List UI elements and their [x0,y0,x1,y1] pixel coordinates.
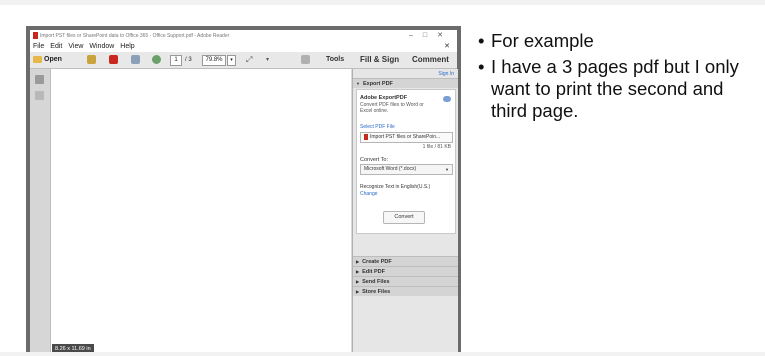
menu-file[interactable]: File [33,42,44,52]
page-total: / 3 [185,57,192,63]
expand-arrow-icon: ▶ [356,289,360,294]
expand-arrow-icon: ▶ [356,269,360,274]
window-controls[interactable]: –□✕ [409,31,453,39]
selected-file[interactable]: Import PST files or SharePoin... [360,132,453,143]
slide-bottom-band [0,352,765,356]
export-pdf-icon[interactable] [109,55,118,64]
document-page[interactable] [51,69,351,356]
chevron-down-icon: ▼ [445,167,449,172]
zoom-dropdown-icon[interactable]: ▾ [227,55,236,66]
store-files-label: Store Files [362,289,391,295]
create-pdf-icon[interactable] [87,55,96,64]
tools-tab[interactable]: Tools [326,55,344,65]
cloud-icon [443,96,451,102]
toolbar-more-icon[interactable]: ▾ [266,55,269,65]
format-value: Microsoft Word (*.docx) [364,166,417,172]
menu-bar: File Edit View Window Help ✕ [30,42,457,52]
export-description: Convert PDF files to Word or Excel onlin… [360,102,424,114]
adobe-reader-window: Import PST files or SharePoint data to O… [30,30,458,356]
close-window-button[interactable]: ✕ [437,32,453,39]
tools-pane: Sign In ▼ Export PDF Adobe ExportPDF Conv… [352,69,458,356]
bullet-item: • I have a 3 pages pdf but I only want to… [478,56,758,122]
create-pdf-section[interactable]: ▶ Create PDF [353,256,458,266]
comment-tab[interactable]: Comment [412,55,449,65]
zoom-input[interactable]: 79.8% [202,55,226,66]
export-pdf-header[interactable]: ▼ Export PDF [353,78,458,88]
pdf-file-icon [364,133,368,140]
convert-button[interactable]: Convert [383,211,425,224]
fill-sign-tab[interactable]: Fill & Sign [360,55,399,65]
select-pdf-link[interactable]: Select PDF File [360,124,395,130]
collapse-arrow-icon: ▼ [356,81,360,86]
change-link[interactable]: Change [360,191,378,197]
close-document-button[interactable]: ✕ [444,42,450,52]
format-select[interactable]: Microsoft Word (*.docx) ▼ [360,164,453,175]
toolbar: Open 1 / 3 79.8% ▾ ⤢ ▾ Tools Fill & Sign… [30,52,457,69]
minimize-button[interactable]: – [409,32,423,39]
open-label: Open [44,56,62,63]
menu-edit[interactable]: Edit [50,42,62,52]
export-pdf-section: Adobe ExportPDF Convert PDF files to Wor… [356,89,456,234]
window-title: Import PST files or SharePoint data to O… [40,33,230,39]
store-files-section[interactable]: ▶ Store Files [353,286,458,296]
expand-arrow-icon: ▶ [356,259,360,264]
page-number-input[interactable]: 1 [170,55,182,66]
edit-pdf-label: Edit PDF [362,269,385,275]
menu-window[interactable]: Window [89,42,114,52]
edit-pdf-section[interactable]: ▶ Edit PDF [353,266,458,276]
open-button[interactable]: Open [33,55,62,65]
bookmarks-icon[interactable] [35,91,44,100]
sign-in-link[interactable]: Sign In [438,71,454,77]
pointer-tool-icon[interactable]: ⤢ [246,55,252,65]
share-icon[interactable] [152,55,161,64]
recognize-text-label: Recognize Text in English(U.S.) [360,184,431,190]
bullet-text: For example [491,30,594,51]
convert-to-label: Convert To: [360,157,389,163]
pdf-app-icon [33,32,38,39]
bullet-dot: • [478,56,485,77]
page-thumbnails-icon[interactable] [35,75,44,84]
slide-bullet-list: • For example • I have a 3 pages pdf but I… [478,30,758,126]
left-navigation-rail [30,69,51,356]
edit-icon[interactable] [131,55,140,64]
maximize-button[interactable]: □ [423,32,437,39]
bullet-text: I have a 3 pages pdf but I only want to … [491,56,739,121]
export-title: Adobe ExportPDF [360,95,408,101]
create-pdf-label: Create PDF [362,259,392,265]
screenshot-frame: Import PST files or SharePoint data to O… [26,26,461,356]
file-name: Import PST files or SharePoin... [370,134,441,140]
bullet-dot: • [478,30,485,51]
menu-view[interactable]: View [68,42,83,52]
folder-icon [33,55,42,63]
reading-mode-icon[interactable] [301,55,310,64]
file-size: 1 file / 81 KB [422,144,451,150]
export-pdf-header-label: Export PDF [362,81,393,87]
send-files-label: Send Files [362,279,390,285]
bullet-item: • For example [478,30,758,52]
menu-help[interactable]: Help [120,42,134,52]
send-files-section[interactable]: ▶ Send Files [353,276,458,286]
expand-arrow-icon: ▶ [356,279,360,284]
title-bar: Import PST files or SharePoint data to O… [30,30,457,42]
slide-top-band [0,0,765,5]
